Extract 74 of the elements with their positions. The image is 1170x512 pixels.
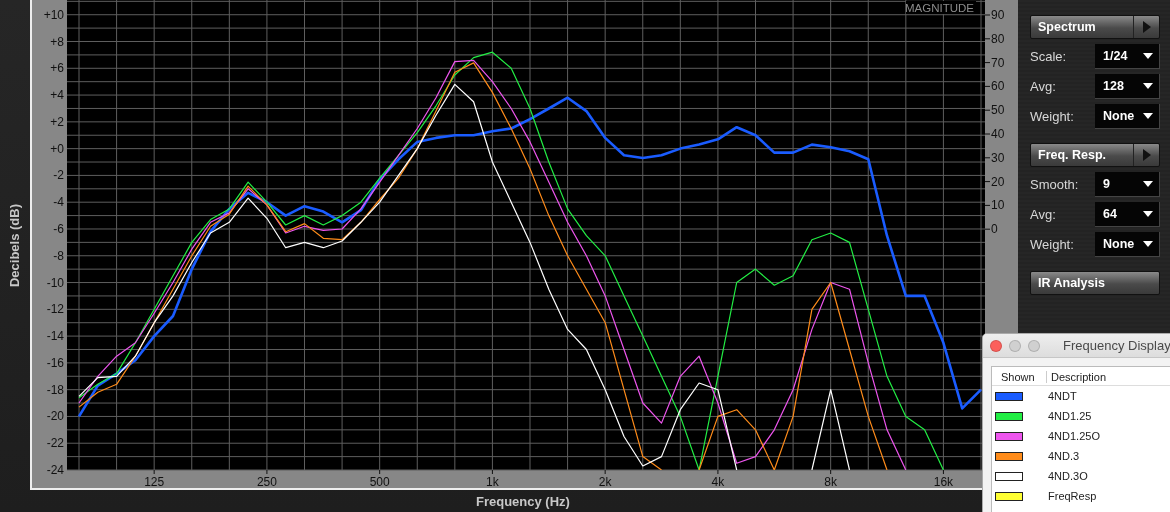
y-tick-label: +8 xyxy=(50,34,64,49)
x-tick-label: 2k xyxy=(598,475,612,488)
y-axis-title: Decibels (dB) xyxy=(7,203,23,287)
caret-icon xyxy=(1143,83,1153,89)
section-button[interactable]: Spectrum xyxy=(1030,15,1160,39)
x-tick-label: 500 xyxy=(369,475,390,488)
caret-icon xyxy=(1143,53,1153,59)
play-arrow-icon xyxy=(1142,21,1151,33)
legend-label: 4ND.3 xyxy=(1048,450,1080,462)
magnitude-label: MAGNITUDE xyxy=(905,2,974,14)
legend-label: FreqResp xyxy=(1048,490,1097,502)
y-tick-label: -4 xyxy=(53,195,64,210)
dropdown[interactable]: 1/24 xyxy=(1095,44,1160,69)
play-arrow-icon xyxy=(1142,149,1151,161)
y-tick-label: +4 xyxy=(50,88,64,103)
minimize-icon[interactable] xyxy=(1009,339,1021,352)
y-tick-label: -2 xyxy=(53,168,64,183)
y-tick-label: -8 xyxy=(53,248,64,263)
field-label: Avg: xyxy=(1030,207,1056,222)
dropdown[interactable]: 128 xyxy=(1095,74,1160,99)
dropdown[interactable]: None xyxy=(1095,104,1160,129)
y-tick-label: -6 xyxy=(53,221,64,236)
magnitude-tick-label: 40 xyxy=(991,127,1005,141)
magnitude-tick-label: 70 xyxy=(991,55,1005,70)
zoom-icon[interactable] xyxy=(1028,339,1040,352)
y-tick-label: -20 xyxy=(46,409,64,424)
x-tick-label: 4k xyxy=(711,475,725,488)
magnitude-tick-label: 20 xyxy=(991,174,1005,189)
legend-label: 4NDT xyxy=(1048,390,1077,402)
y-tick-label: -14 xyxy=(46,329,64,344)
caret-icon xyxy=(1143,211,1153,217)
field-label: Weight: xyxy=(1030,237,1074,252)
dropdown[interactable]: None xyxy=(1095,232,1160,257)
magnitude-tick-label: 30 xyxy=(991,150,1005,165)
window-title: Frequency Display xyxy=(1063,338,1170,353)
magnitude-tick-label: 60 xyxy=(991,79,1005,94)
y-tick-label: -10 xyxy=(46,275,64,290)
x-tick-label: 250 xyxy=(256,475,277,488)
x-axis-title: Frequency (Hz) xyxy=(476,493,570,509)
y-tick-label: -16 xyxy=(46,355,64,370)
magnitude-tick-label: 10 xyxy=(991,198,1005,213)
caret-icon xyxy=(1143,181,1153,187)
field-label: Scale: xyxy=(1030,49,1067,64)
legend-label: 4ND1.25 xyxy=(1048,410,1092,422)
x-tick-label: 125 xyxy=(144,475,165,488)
field-label: Avg: xyxy=(1030,79,1056,94)
close-icon[interactable] xyxy=(990,339,1002,352)
dropdown[interactable]: 64 xyxy=(1095,202,1160,227)
y-tick-label: +10 xyxy=(43,7,64,22)
field-label: Smooth: xyxy=(1030,177,1079,192)
x-tick-label: 8k xyxy=(824,475,837,488)
column-header: Description xyxy=(1050,370,1108,383)
legend-label: 4ND1.25O xyxy=(1048,430,1100,442)
x-tick-label: 1k xyxy=(486,475,499,488)
section-button[interactable]: Freq. Resp. xyxy=(1030,143,1160,167)
y-tick-label: -24 xyxy=(46,463,64,477)
y-tick-label: +2 xyxy=(50,114,64,129)
field-label: Weight: xyxy=(1030,109,1074,124)
magnitude-tick-label: 80 xyxy=(991,31,1005,46)
y-tick-label: +0 xyxy=(50,141,64,156)
column-header: Shown xyxy=(992,370,1047,383)
magnitude-tick-label: 0 xyxy=(991,222,998,237)
y-tick-label: -12 xyxy=(46,302,64,317)
caret-icon xyxy=(1143,241,1153,247)
magnitude-tick-label: 50 xyxy=(991,103,1005,118)
y-tick-label: -22 xyxy=(46,436,64,451)
dropdown[interactable]: 9 xyxy=(1095,172,1160,197)
x-tick-label: 16k xyxy=(933,475,954,488)
caret-icon xyxy=(1143,113,1153,119)
legend-label: 4ND.3O xyxy=(1048,470,1088,482)
section-button[interactable]: IR Analysis xyxy=(1030,271,1160,295)
y-tick-label: +6 xyxy=(50,61,64,76)
magnitude-tick-label: 90 xyxy=(991,8,1005,22)
y-tick-label: -18 xyxy=(46,382,64,397)
